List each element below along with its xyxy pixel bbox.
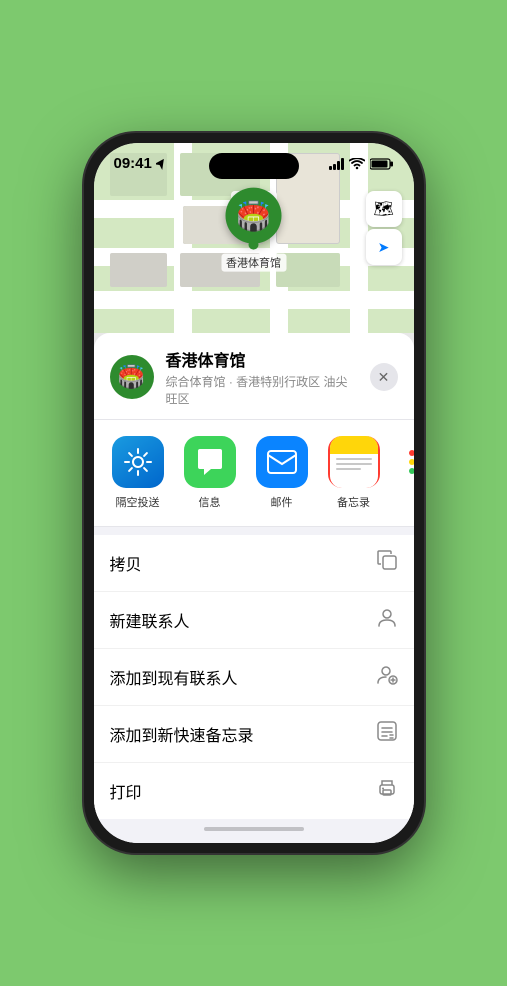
airdrop-label: 隔空投送 (116, 494, 160, 510)
share-messages[interactable]: 信息 (178, 436, 242, 510)
print-icon (376, 777, 398, 805)
notes-icon (330, 436, 378, 488)
venue-info: 香港体育馆 综合体育馆 · 香港特别行政区 油尖旺区 (166, 347, 358, 407)
more-dots-icon (394, 436, 414, 488)
action-new-contact[interactable]: 新建联系人 (94, 592, 414, 649)
share-notes[interactable]: 备忘录 (322, 436, 386, 510)
add-contact-icon (376, 663, 398, 691)
venue-name: 香港体育馆 (166, 347, 358, 371)
phone-frame: 09:41 (84, 133, 424, 853)
action-quick-note[interactable]: 添加到新快速备忘录 (94, 706, 414, 763)
airdrop-icon (112, 436, 164, 488)
map-controls: 🗺 ➤ (366, 191, 402, 265)
status-icons (329, 158, 394, 170)
action-copy-label: 拷贝 (110, 551, 142, 575)
signal-icon (329, 158, 344, 170)
quick-note-icon (376, 720, 398, 748)
pin-icon: 🏟️ (226, 188, 282, 244)
notes-icon-wrapper (328, 436, 380, 488)
map-type-button[interactable]: 🗺 (366, 191, 402, 227)
home-indicator (94, 819, 414, 843)
share-airdrop[interactable]: 隔空投送 (106, 436, 170, 510)
battery-icon (370, 158, 394, 170)
action-list: 拷贝 新建联系人 (94, 535, 414, 819)
action-new-contact-label: 新建联系人 (110, 608, 190, 632)
messages-label: 信息 (199, 494, 221, 510)
mail-label: 邮件 (271, 494, 293, 510)
venue-subtitle: 综合体育馆 · 香港特别行政区 油尖旺区 (166, 373, 358, 407)
action-print[interactable]: 打印 (94, 763, 414, 819)
sheet-header: 🏟️ 香港体育馆 综合体育馆 · 香港特别行政区 油尖旺区 ✕ (94, 333, 414, 420)
action-copy[interactable]: 拷贝 (94, 535, 414, 592)
location-arrow-icon (156, 158, 166, 170)
new-contact-icon (376, 606, 398, 634)
wifi-icon (349, 158, 365, 170)
copy-icon (376, 549, 398, 577)
pin-label: 香港体育馆 (221, 254, 286, 272)
dynamic-island (209, 153, 299, 179)
share-mail[interactable]: 邮件 (250, 436, 314, 510)
phone-screen: 09:41 (94, 143, 414, 843)
action-add-contact-label: 添加到现有联系人 (110, 665, 238, 689)
home-bar (204, 827, 304, 831)
close-button[interactable]: ✕ (370, 363, 398, 391)
action-print-label: 打印 (110, 779, 142, 803)
venue-icon: 🏟️ (110, 355, 154, 399)
location-button[interactable]: ➤ (366, 229, 402, 265)
stadium-pin: 🏟️ 香港体育馆 (221, 188, 286, 272)
share-more[interactable] (394, 436, 414, 510)
bottom-sheet: 🏟️ 香港体育馆 综合体育馆 · 香港特别行政区 油尖旺区 ✕ (94, 333, 414, 843)
share-apps-row: 隔空投送 信息 (94, 420, 414, 527)
action-quick-note-label: 添加到新快速备忘录 (110, 722, 254, 746)
mail-icon (256, 436, 308, 488)
action-add-contact[interactable]: 添加到现有联系人 (94, 649, 414, 706)
notes-label: 备忘录 (337, 494, 370, 510)
messages-icon (184, 436, 236, 488)
status-time: 09:41 (114, 155, 152, 172)
